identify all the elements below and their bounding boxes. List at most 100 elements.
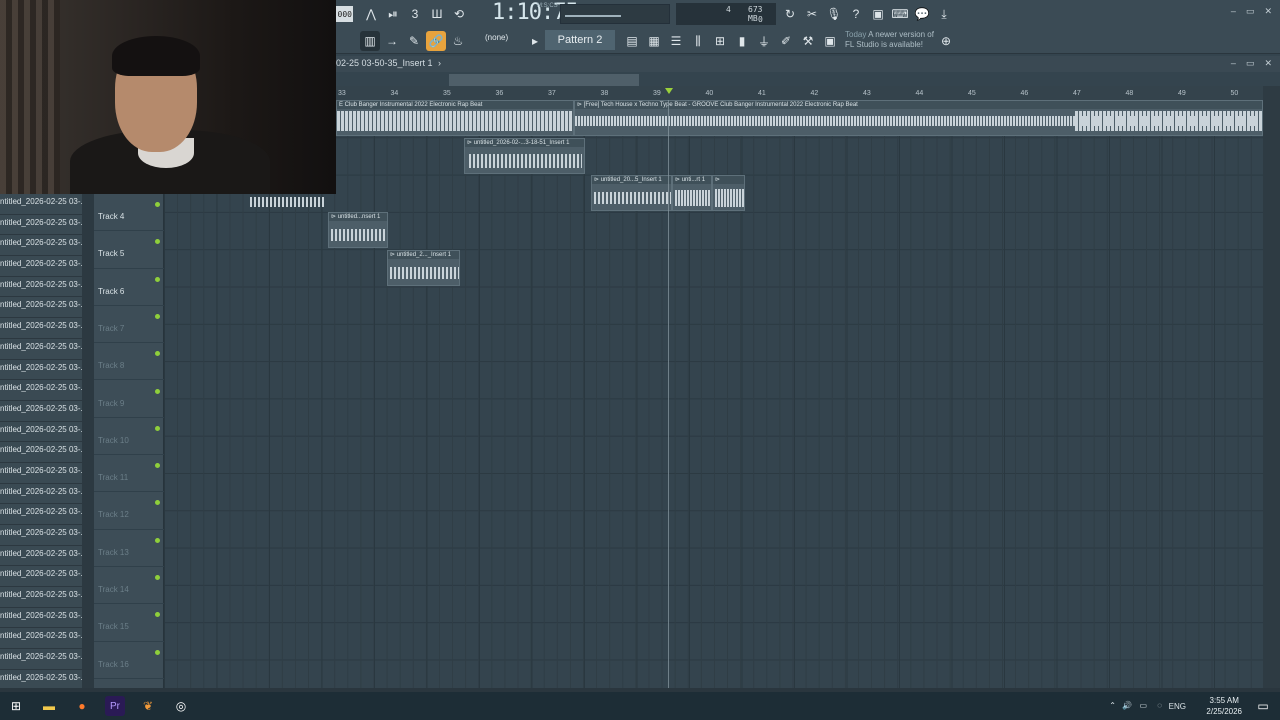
clip-list-item[interactable]: ntitled_2026-02-25 03-... [0,525,82,546]
help-icon[interactable]: ? [846,4,866,24]
clip-list-item[interactable]: ntitled_2026-02-25 03-... [0,422,82,443]
track-mute-icon[interactable] [155,575,160,580]
track-mute-icon[interactable] [155,500,160,506]
chat-icon[interactable]: 💬 [912,4,932,24]
playlist-overview-scroller[interactable] [449,74,639,86]
mixer-icon[interactable]: ⫼ [688,31,708,51]
plugin-icon[interactable]: ▮ [732,31,752,51]
minimize-icon[interactable]: – [1231,6,1236,17]
playlist-maximize-icon[interactable]: ▭ [1246,58,1255,69]
globe-icon[interactable]: ⊕ [936,31,956,51]
playlist-close-icon[interactable]: ✕ [1264,58,1272,69]
track-mute-icon[interactable] [155,202,160,207]
clip-list-item[interactable]: ntitled_2026-02-25 03-... [0,215,82,236]
clip-list-item[interactable]: ntitled_2026-02-25 03-... [0,546,82,567]
clip-list-item[interactable]: ntitled_2026-02-25 03-... [0,235,82,257]
tempo-display[interactable]: 000 [335,6,353,22]
track-mute-icon[interactable] [155,351,160,357]
audio-clip-partial[interactable] [246,194,328,212]
track-mute-icon[interactable] [155,649,160,655]
close-icon[interactable]: ✕ [1264,6,1272,17]
clip-list-item[interactable]: ntitled_2026-02-25 03-... [0,256,82,277]
start-icon[interactable]: ⊞ [6,696,26,716]
clip-list-item[interactable]: ntitled_2026-02-25 03-... [0,277,82,298]
taskbar-clock[interactable]: 3:55 AM 2/25/2026 [1206,695,1242,717]
track-header[interactable]: Track 11 [94,455,164,493]
metronome-icon[interactable]: ⋀ [361,4,381,24]
mic-icon[interactable]: 🎙 [824,4,844,24]
track-header[interactable]: Track 4 [94,194,164,232]
volume-icon[interactable]: 🔊 [1122,701,1132,710]
clip-list-item[interactable]: ntitled_2026-02-25 03-... [0,401,82,422]
timeline-ruler[interactable]: 33 34 35 36 37 38 39 40 41 42 43 44 45 46 47 48 49 50 [336,86,1264,100]
track-header[interactable]: Track 10 [94,418,164,456]
playlist-minimize-icon[interactable]: – [1231,58,1236,69]
audio-clip-1[interactable]: ⊳ untitled_2026-02-...3-18-51_Insert 1 [464,138,585,174]
clip-list-item[interactable]: ntitled_2026-02-25 03-... [0,297,82,319]
countdown-icon[interactable]: 3 [405,4,425,24]
playlist-title[interactable]: 02-25 03-50-35_Insert 1 [336,58,433,68]
channel-rack-icon[interactable]: ▦ [644,31,664,51]
clip-list-item[interactable]: ntitled_2026-02-25 03-... [0,194,82,215]
track-header[interactable]: Track 7 [94,306,164,344]
news-panel[interactable]: Today A newer version of FL Studio is av… [845,30,934,50]
track-header[interactable]: Track 12 [94,492,164,530]
brush-icon[interactable]: ✐ [776,31,796,51]
stamp-icon[interactable]: ♨ [448,31,468,51]
track-mute-icon[interactable] [155,425,160,431]
clip-list-item[interactable]: ntitled_2026-02-25 03-... [0,587,82,608]
file-explorer-icon[interactable]: ▬ [39,696,59,716]
premiere-icon[interactable]: Pr [105,696,125,716]
pattern-picker[interactable]: (none) [485,33,508,42]
obs-icon[interactable]: ◎ [171,696,191,716]
track-mute-icon[interactable] [155,313,160,319]
notification-center-icon[interactable]: ▭ [1253,696,1273,716]
track-mute-icon[interactable] [155,463,160,469]
arrow-icon[interactable]: → [382,31,402,51]
maximize-icon[interactable]: ▭ [1246,6,1255,17]
cart-icon[interactable]: ▣ [820,31,840,51]
audio-clip-beat-a[interactable]: E Club Banger Instrumental 2022 Electron… [336,100,574,136]
volume-slider[interactable] [565,15,621,17]
track-header[interactable]: Track 9 [94,381,164,418]
midi-icon[interactable]: ⌨ [890,4,910,24]
browser-icon[interactable]: ⊞ [710,31,730,51]
clip-list-item[interactable]: ntitled_2026-02-25 03-... [0,649,82,670]
audio-clip-3[interactable]: ⊳ unti...rt 1 [672,175,712,211]
audio-clip-4[interactable]: ⊳ [712,175,745,211]
vertical-scrollbar[interactable] [1263,86,1280,688]
clip-list-item[interactable]: ntitled_2026-02-25 03-... [0,566,82,588]
pencil-icon[interactable]: ✎ [404,31,424,51]
undo-icon[interactable]: ↻ [780,4,800,24]
clip-list-item[interactable]: ntitled_2026-02-25 03-... [0,504,82,525]
master-volume[interactable] [560,4,670,24]
clip-list-item[interactable]: ntitled_2026-02-25 03-... [0,628,82,650]
play-pattern-icon[interactable]: ▸ [528,31,542,51]
track-mute-icon[interactable] [155,276,160,282]
title-arrow-icon[interactable]: › [438,58,441,68]
track-mute-icon[interactable] [155,612,160,618]
network-icon[interactable]: ▭ [1139,701,1147,710]
clip-list-item[interactable]: ntitled_2026-02-25 03-... [0,608,82,629]
clip-list-item[interactable]: ntitled_2026-02-25 03-... [0,339,82,360]
track-header[interactable]: Track 15 [94,604,164,642]
track-header[interactable]: Track 8 [94,343,164,381]
plug-icon[interactable]: ⏚ [754,31,774,51]
playlist-icon[interactable]: ▤ [622,31,642,51]
save-icon[interactable]: ▣ [868,4,888,24]
cut-icon[interactable]: ✂ [802,4,822,24]
clip-list-item[interactable]: ntitled_2026-02-25 03-... [0,484,82,505]
piano-roll-icon[interactable]: ☰ [666,31,686,51]
step-edit-icon[interactable]: Ш [427,4,447,24]
track-mute-icon[interactable] [155,388,160,394]
tray-chevron-icon[interactable]: ⌃ [1109,701,1116,710]
fl-studio-icon[interactable]: ❦ [138,696,158,716]
track-header[interactable]: Track 13 [94,530,164,567]
clip-list-item[interactable]: ntitled_2026-02-25 03-... [0,442,82,463]
track-header[interactable]: Track 5 [94,231,164,269]
audio-clip-2[interactable]: ⊳ untitled_20...5_Insert 1 [591,175,672,211]
clip-list-item[interactable]: ntitled_2026-02-25 03-... [0,318,82,339]
firefox-icon[interactable]: ● [72,696,92,716]
clip-list-item[interactable]: ntitled_2026-02-25 03-... [0,380,82,401]
audio-clip-5[interactable]: ⊳ untitled...nsert 1 [328,212,388,248]
